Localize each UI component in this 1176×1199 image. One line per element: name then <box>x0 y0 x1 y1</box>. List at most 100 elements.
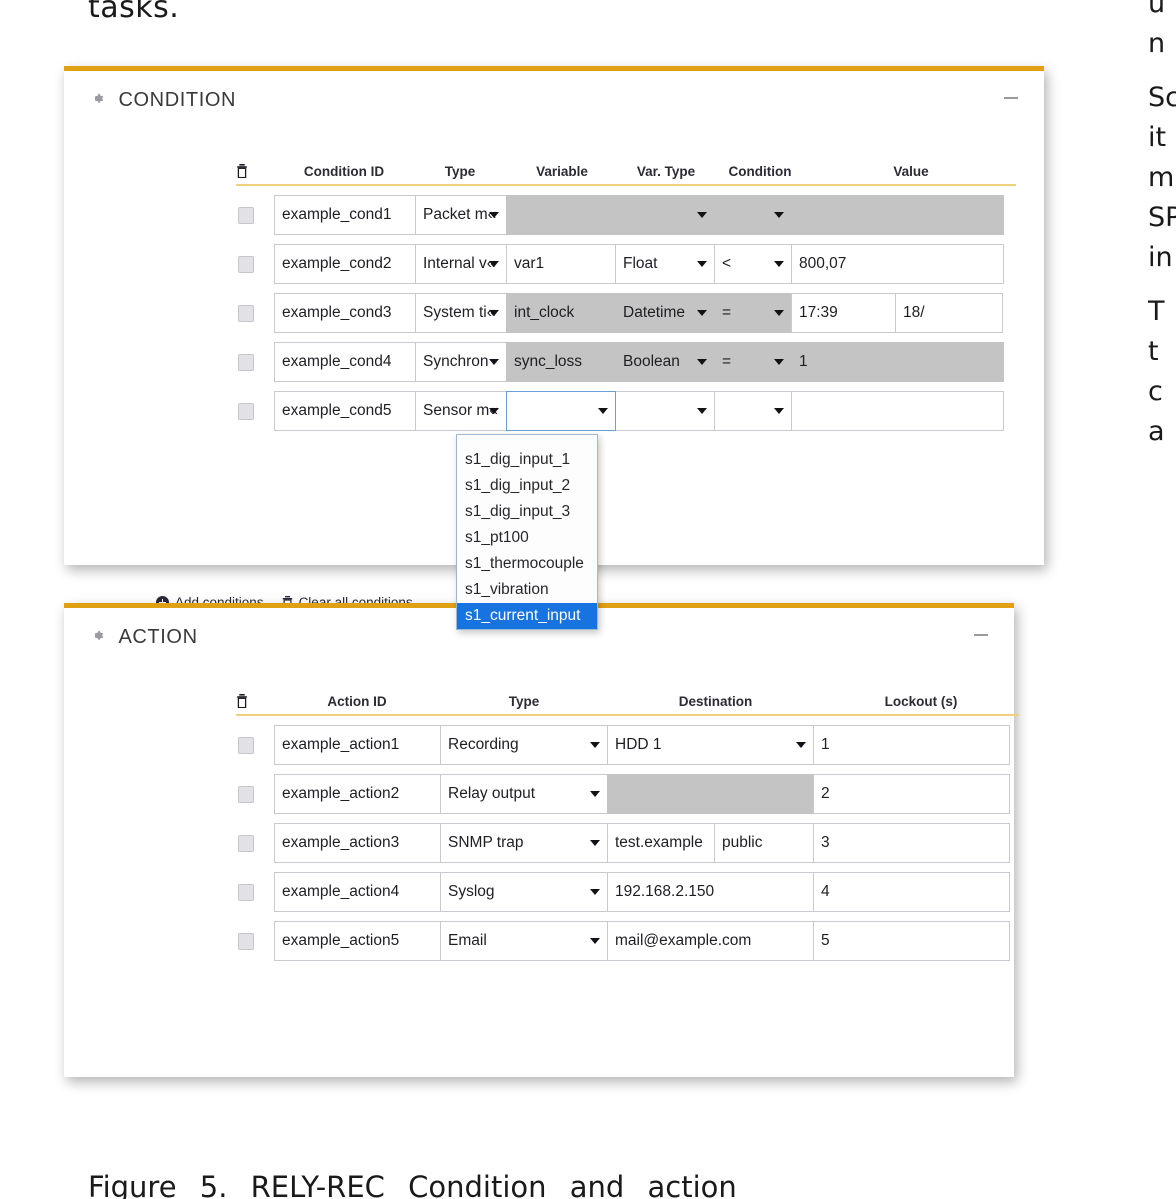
header-variable: Variable <box>536 164 588 179</box>
row-checkbox-cell <box>236 195 274 235</box>
row-checkbox[interactable] <box>238 883 254 901</box>
action-type-select[interactable]: Syslog <box>440 872 608 912</box>
action-id-input[interactable]: example_action3 <box>274 823 441 863</box>
destination-community-input[interactable]: public <box>714 823 814 863</box>
row-checkbox-cell <box>236 244 274 284</box>
row-checkbox[interactable] <box>238 353 254 371</box>
dropdown-option[interactable]: s1_dig_input_2 <box>457 473 597 499</box>
condition-operator-select-disabled: = <box>714 293 792 333</box>
lockout-input[interactable]: 4 <box>813 872 1010 912</box>
lockout-input[interactable]: 2 <box>813 774 1010 814</box>
row-checkbox-cell <box>236 342 274 382</box>
condition-id-input[interactable]: example_cond4 <box>274 342 416 382</box>
lockout-input[interactable]: 3 <box>813 823 1010 863</box>
document-top-text: tasks. <box>88 0 180 25</box>
condition-panel-header: CONDITION <box>64 71 1044 117</box>
condition-type-select[interactable]: Internal v« <box>415 244 507 284</box>
dropdown-option-selected[interactable]: s1_current_input <box>457 603 597 629</box>
condition-table: Condition ID Type Variable Var. Type Con… <box>236 157 1016 431</box>
minimize-icon[interactable] <box>1004 91 1020 105</box>
var-type-select[interactable]: Float <box>615 244 715 284</box>
row-checkbox-cell <box>236 725 274 765</box>
destination-field-disabled <box>607 774 814 814</box>
row-checkbox[interactable] <box>238 834 254 852</box>
var-type-select-disabled: Boolean <box>615 342 715 382</box>
value-input[interactable] <box>791 391 1004 431</box>
condition-id-input[interactable]: example_cond5 <box>274 391 416 431</box>
condition-operator-select[interactable] <box>714 391 792 431</box>
row-checkbox[interactable] <box>238 932 254 950</box>
row-checkbox[interactable] <box>238 736 254 754</box>
header-condition: Condition <box>728 164 792 179</box>
lockout-input[interactable]: 5 <box>813 921 1010 961</box>
condition-type-select[interactable]: System ti« <box>415 293 507 333</box>
action-type-select[interactable]: Recording <box>440 725 608 765</box>
destination-input[interactable]: mail@example.com <box>607 921 814 961</box>
table-row: example_action3 SNMP trap test.example p… <box>236 823 1019 863</box>
value-time-input[interactable]: 17:39 <box>791 293 896 333</box>
variable-input[interactable]: var1 <box>506 244 616 284</box>
row-checkbox-cell <box>236 872 274 912</box>
var-type-select-disabled: Datetime <box>615 293 715 333</box>
dropdown-option[interactable]: s1_pt100 <box>457 525 597 551</box>
table-row: example_cond4 Synchron sync_loss Boolean… <box>236 342 1016 382</box>
value-input-disabled <box>791 195 1004 235</box>
action-id-input[interactable]: example_action2 <box>274 774 441 814</box>
table-row: example_action5 Email mail@example.com 5 <box>236 921 1019 961</box>
condition-panel-title: CONDITION <box>118 89 237 111</box>
var-type-select[interactable] <box>615 391 715 431</box>
gear-icon <box>90 628 105 643</box>
action-panel: ACTION Action ID Type Destination Lockou… <box>64 603 1019 1077</box>
action-id-input[interactable]: example_action4 <box>274 872 441 912</box>
condition-table-header: Condition ID Type Variable Var. Type Con… <box>236 157 1016 186</box>
destination-select[interactable]: HDD 1 <box>607 725 814 765</box>
dropdown-option[interactable]: s1_dig_input_3 <box>457 499 597 525</box>
variable-field-disabled <box>506 195 616 235</box>
action-id-input[interactable]: example_action5 <box>274 921 441 961</box>
condition-id-input[interactable]: example_cond3 <box>274 293 416 333</box>
table-row: example_action4 Syslog 192.168.2.150 4 <box>236 872 1019 912</box>
value-input[interactable]: 800,07 <box>791 244 1004 284</box>
row-checkbox[interactable] <box>238 304 254 322</box>
action-panel-title: ACTION <box>118 626 198 648</box>
variable-select-open[interactable] <box>506 391 616 431</box>
row-checkbox[interactable] <box>238 206 254 224</box>
value-field-disabled: 1 <box>791 342 1004 382</box>
row-checkbox[interactable] <box>238 785 254 803</box>
action-type-select[interactable]: SNMP trap <box>440 823 608 863</box>
lockout-input[interactable]: 1 <box>813 725 1010 765</box>
row-checkbox[interactable] <box>238 402 254 420</box>
header-value: Value <box>893 164 929 179</box>
action-id-input[interactable]: example_action1 <box>274 725 441 765</box>
destination-input[interactable]: 192.168.2.150 <box>607 872 814 912</box>
header-destination: Destination <box>678 694 753 709</box>
condition-id-input[interactable]: example_cond1 <box>274 195 416 235</box>
condition-type-select[interactable]: Sensor m« <box>415 391 507 431</box>
dropdown-option[interactable]: s1_vibration <box>457 577 597 603</box>
dropdown-option[interactable]: s1_thermocouple <box>457 551 597 577</box>
action-type-select[interactable]: Email <box>440 921 608 961</box>
action-type-select[interactable]: Relay output <box>440 774 608 814</box>
condition-type-select[interactable]: Packet m« <box>415 195 507 235</box>
value-date-input[interactable]: 18/ <box>895 293 1003 333</box>
header-condition-id: Condition ID <box>303 164 385 179</box>
figure-caption: Figure 5. RELY-REC Condition and action <box>88 1170 737 1199</box>
condition-type-select[interactable]: Synchron <box>415 342 507 382</box>
table-row: example_action2 Relay output 2 <box>236 774 1019 814</box>
minimize-icon[interactable] <box>974 628 990 642</box>
variable-field-disabled: int_clock <box>506 293 616 333</box>
trash-icon[interactable] <box>236 692 274 709</box>
dropdown-option[interactable]: s1_dig_input_1 <box>457 447 597 473</box>
table-row: example_cond3 System ti« int_clock Datet… <box>236 293 1016 333</box>
table-row: example_action1 Recording HDD 1 1 <box>236 725 1019 765</box>
action-table-header: Action ID Type Destination Lockout (s) <box>236 687 1019 716</box>
gear-icon <box>90 91 105 106</box>
row-checkbox[interactable] <box>238 255 254 273</box>
trash-icon[interactable] <box>236 162 274 179</box>
row-checkbox-cell <box>236 921 274 961</box>
variable-dropdown-list[interactable]: s1_dig_input_1 s1_dig_input_2 s1_dig_inp… <box>456 434 598 630</box>
destination-host-input[interactable]: test.example <box>607 823 715 863</box>
table-row: example_cond5 Sensor m« <box>236 391 1016 431</box>
condition-operator-select[interactable]: < <box>714 244 792 284</box>
condition-id-input[interactable]: example_cond2 <box>274 244 416 284</box>
